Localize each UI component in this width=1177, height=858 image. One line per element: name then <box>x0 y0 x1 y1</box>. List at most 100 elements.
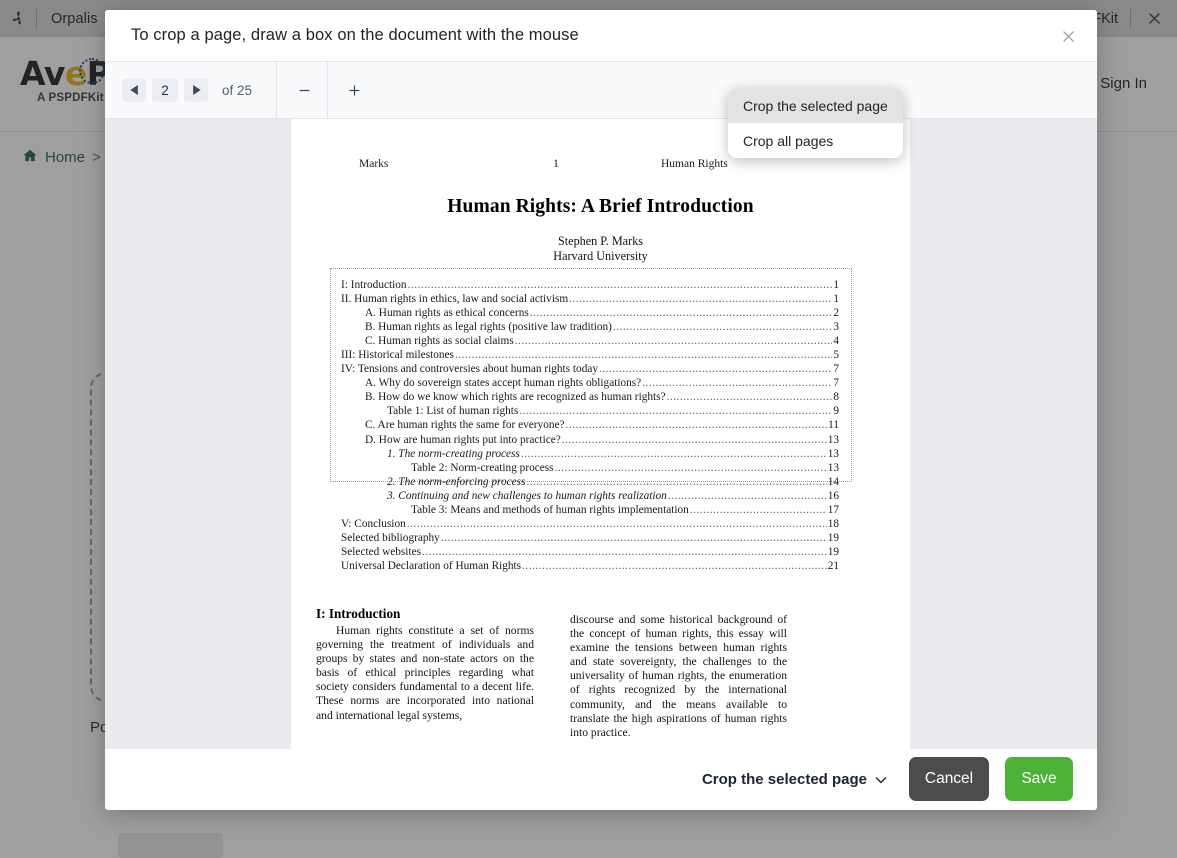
zoom-in-button[interactable] <box>328 62 380 118</box>
toc-entry-page: 14 <box>827 475 839 488</box>
zoom-out-button[interactable] <box>281 62 327 118</box>
toc-row: C. Are human rights the same for everyon… <box>341 418 839 432</box>
crop-mode-option[interactable]: Crop the selected page <box>728 88 903 123</box>
toc-entry-page: 7 <box>833 363 839 376</box>
toc-leader-dots: ........................................… <box>599 363 832 376</box>
toc-entry-page: 9 <box>833 405 839 418</box>
toc-row: 3. Continuing and new challenges to huma… <box>341 489 839 503</box>
toc-row: C. Human rights as social claims .......… <box>341 334 839 348</box>
toc-entry-label: A. Why do sovereign states accept human … <box>365 377 642 390</box>
toc-row: Table 3: Means and methods of human righ… <box>341 503 839 517</box>
toc-entry-page: 1 <box>833 293 839 306</box>
toc-leader-dots: ........................................… <box>689 503 827 516</box>
toc-entry-page: 13 <box>827 461 839 474</box>
modal-title: To crop a page, draw a box on the docume… <box>131 26 579 44</box>
toc-row: A. Why do sovereign states accept human … <box>341 376 839 390</box>
toc-entry-label: C. Are human rights the same for everyon… <box>365 419 565 432</box>
toolbar-divider <box>276 62 278 118</box>
toc-entry-page: 13 <box>827 433 839 446</box>
toc-row: Table 1: List of human rights ..........… <box>341 404 839 418</box>
toc-entry-page: 19 <box>827 545 839 558</box>
table-of-contents: I: Introduction ........................… <box>330 268 852 572</box>
modal-close-icon[interactable] <box>1051 20 1085 52</box>
toc-entry-label: I: Introduction <box>341 279 407 291</box>
pdf-viewer-area[interactable]: Marks 1 Human Rights Human Rights: A Bri… <box>105 119 1097 749</box>
toc-entry-page: 13 <box>827 447 839 460</box>
toc-row: Universal Declaration of Human Rights ..… <box>341 559 839 573</box>
pdf-page-content: Marks 1 Human Rights Human Rights: A Bri… <box>291 119 910 749</box>
toc-entry-page: 2 <box>833 307 839 320</box>
crop-mode-option[interactable]: Crop all pages <box>728 123 903 158</box>
toc-entry-page: 18 <box>827 517 839 530</box>
document-author: Stephen P. Marks Harvard University <box>291 234 910 263</box>
page-number-input[interactable]: 2 <box>152 78 178 102</box>
toc-row: II. Human rights in ethics, law and soci… <box>341 292 839 306</box>
toc-leader-dots: ........................................… <box>440 531 827 544</box>
previous-page-button[interactable] <box>122 78 146 102</box>
toc-leader-dots: ........................................… <box>554 461 827 474</box>
toc-leader-dots: ........................................… <box>529 307 833 320</box>
toc-row: I: Introduction ........................… <box>341 278 839 292</box>
pdf-page[interactable]: Marks 1 Human Rights Human Rights: A Bri… <box>291 119 910 749</box>
running-head-left: Marks <box>359 158 389 170</box>
toc-entry-label: 1. The norm-creating process <box>387 447 520 460</box>
toc-leader-dots: ........................................… <box>642 377 832 390</box>
modal-header: To crop a page, draw a box on the docume… <box>105 10 1097 62</box>
toc-row: D. How are human rights put into practic… <box>341 433 839 447</box>
plus-icon <box>349 85 359 95</box>
toc-leader-dots: ........................................… <box>565 419 828 432</box>
triangle-right-icon <box>192 85 201 95</box>
toc-row: III: Historical milestones .............… <box>341 348 839 362</box>
toc-leader-dots: ........................................… <box>519 405 832 418</box>
toc-entry-label: IV: Tensions and controversies about hum… <box>341 363 599 376</box>
next-page-button[interactable] <box>184 78 208 102</box>
toc-row: Table 2: Norm-creating process .........… <box>341 461 839 475</box>
crop-mode-dropdown[interactable]: Crop the selected page Crop all pages <box>728 88 903 158</box>
toc-entry-label: Selected bibliography <box>341 531 440 544</box>
toc-leader-dots: ........................................… <box>514 335 833 348</box>
chevron-down-icon <box>875 771 887 788</box>
toc-entry-label: Table 3: Means and methods of human righ… <box>411 503 689 516</box>
toc-entry-label: Table 2: Norm-creating process <box>411 461 554 474</box>
toc-entry-label: B. How do we know which rights are recog… <box>365 391 666 404</box>
toc-leader-dots: ........................................… <box>561 433 827 446</box>
cancel-button[interactable]: Cancel <box>909 757 989 801</box>
toc-leader-dots: ........................................… <box>522 559 827 572</box>
toc-row: Selected bibliography ..................… <box>341 531 839 545</box>
toc-entry-page: 19 <box>827 531 839 544</box>
triangle-left-icon <box>129 85 138 95</box>
minus-icon <box>299 89 309 91</box>
toc-leader-dots: ........................................… <box>520 447 827 460</box>
toc-entry-label: A. Human rights as ethical concerns <box>365 307 529 320</box>
body-column-left: Human rights constitute a set of norms g… <box>316 624 534 723</box>
toc-row: Selected websites ......................… <box>341 545 839 559</box>
document-title: Human Rights: A Brief Introduction <box>447 196 754 217</box>
toc-entry-label: Table 1: List of human rights <box>387 405 519 418</box>
toc-leader-dots: ........................................… <box>406 517 827 530</box>
modal-footer: Crop the selected page Cancel Save <box>105 749 1097 809</box>
toc-row: B. How do we know which rights are recog… <box>341 390 839 404</box>
toc-entry-label: Selected websites <box>341 545 421 558</box>
crop-modal: To crop a page, draw a box on the docume… <box>105 10 1097 810</box>
toc-entry-label: Universal Declaration of Human Rights <box>341 559 522 572</box>
crop-mode-select[interactable]: Crop the selected page <box>702 771 887 788</box>
author-name: Stephen P. Marks <box>558 234 643 248</box>
save-button[interactable]: Save <box>1005 757 1073 801</box>
toc-entry-page: 4 <box>833 335 839 348</box>
author-affiliation: Harvard University <box>553 248 648 263</box>
toc-entry-page: 21 <box>827 559 839 572</box>
viewer-toolbar: 2 of 25 <box>105 62 1097 119</box>
toc-row: 1. The norm-creating process ...........… <box>341 447 839 461</box>
toc-entry-page: 8 <box>833 391 839 404</box>
toc-entry-page: 7 <box>833 377 839 390</box>
toc-leader-dots: ........................................… <box>526 475 826 488</box>
section-heading: I: Introduction <box>316 606 401 621</box>
page-total-label: of 25 <box>222 82 253 98</box>
toc-row: V: Conclusion ..........................… <box>341 517 839 531</box>
toc-entry-page: 11 <box>828 419 839 432</box>
toc-entry-page: 16 <box>827 489 839 502</box>
running-head-right: Human Rights <box>661 158 728 170</box>
body-column-right: discourse and some historical background… <box>570 613 787 740</box>
crop-mode-label: Crop the selected page <box>701 770 867 788</box>
toc-leader-dots: ........................................… <box>612 321 833 334</box>
